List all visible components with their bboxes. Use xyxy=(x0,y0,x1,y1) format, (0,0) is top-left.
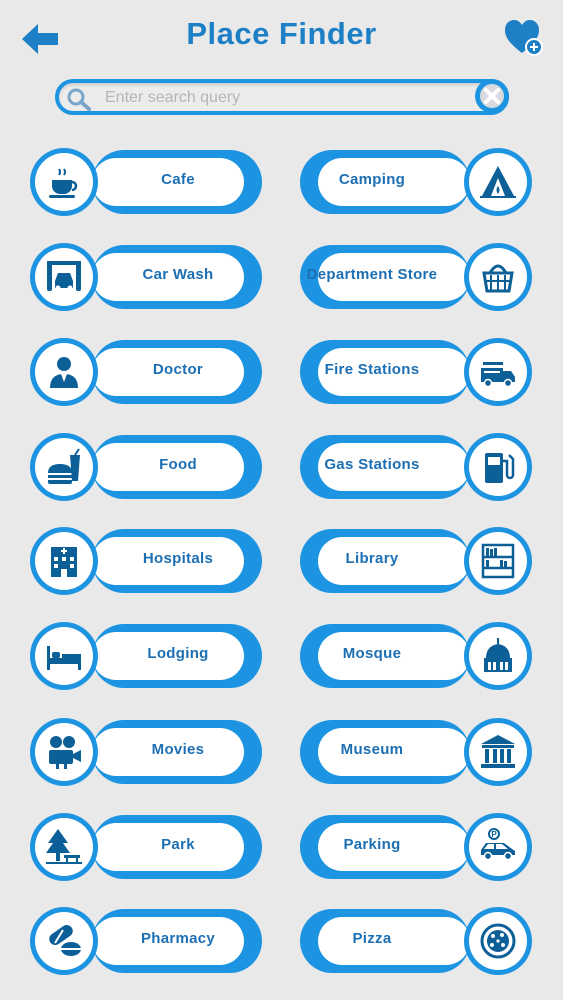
fuel-pump-icon xyxy=(485,453,515,483)
category-tile-mosque[interactable]: Mosque xyxy=(300,622,532,690)
category-icon-holder xyxy=(35,343,93,401)
category-label: Food xyxy=(159,456,197,473)
category-icon-holder xyxy=(35,438,93,496)
category-tile-fire-stations[interactable]: Fire Stations xyxy=(300,338,532,406)
category-tile-pizza[interactable]: Pizza xyxy=(300,907,532,975)
category-label: Library xyxy=(345,550,399,567)
category-tile-hospitals[interactable]: Hospitals xyxy=(30,527,262,595)
shopping-basket-icon xyxy=(482,264,514,293)
hospital-icon xyxy=(51,547,77,577)
bed-icon xyxy=(47,646,81,670)
category-label: Lodging xyxy=(147,645,209,662)
fast-food-icon xyxy=(48,448,80,484)
category-tile-doctor[interactable]: Doctor xyxy=(30,338,262,406)
svg-text:P: P xyxy=(491,830,497,839)
category-icon-holder xyxy=(35,627,93,685)
category-icon-badge xyxy=(464,148,532,216)
pills-icon xyxy=(49,924,81,956)
parking-car-icon: P xyxy=(481,828,515,861)
category-label: Gas Stations xyxy=(324,456,420,473)
museum-icon xyxy=(481,735,515,768)
category-icon-badge xyxy=(464,338,532,406)
category-label: Cafe xyxy=(161,171,195,188)
category-icon-holder xyxy=(469,912,527,970)
category-label: Department Store xyxy=(306,266,438,283)
category-icon-holder xyxy=(35,248,93,306)
category-icon-badge xyxy=(30,148,98,216)
category-tile-park[interactable]: Park xyxy=(30,813,262,881)
category-label: Fire Stations xyxy=(324,361,420,378)
category-icon-holder xyxy=(469,723,527,781)
category-icon-holder xyxy=(35,912,93,970)
category-icon-holder xyxy=(469,153,527,211)
category-tile-department-store[interactable]: Department Store xyxy=(300,243,532,311)
category-label: Mosque xyxy=(342,645,402,662)
category-icon-badge xyxy=(464,433,532,501)
category-label: Car Wash xyxy=(142,266,214,283)
category-icon-holder xyxy=(469,532,527,590)
category-icon-badge xyxy=(30,338,98,406)
category-tile-movies[interactable]: Movies xyxy=(30,718,262,786)
category-grid: Cafe Camping Car Wash Department Store Docto… xyxy=(0,0,563,1000)
category-icon-badge xyxy=(30,622,98,690)
category-label: Park xyxy=(161,836,195,853)
category-tile-food[interactable]: Food xyxy=(30,433,262,501)
mosque-icon xyxy=(484,638,512,672)
category-icon-holder xyxy=(469,343,527,401)
category-label: Doctor xyxy=(152,361,204,378)
category-icon-badge xyxy=(30,527,98,595)
category-tile-library[interactable]: Library xyxy=(300,527,532,595)
category-label: Parking xyxy=(343,836,401,853)
category-icon-badge xyxy=(464,718,532,786)
category-icon-badge xyxy=(30,433,98,501)
doctor-icon xyxy=(50,357,78,388)
category-icon-holder xyxy=(469,248,527,306)
category-icon-badge xyxy=(30,907,98,975)
movie-projector-icon xyxy=(49,736,81,769)
category-icon-badge xyxy=(30,243,98,311)
category-tile-camping[interactable]: Camping xyxy=(300,148,532,216)
category-tile-parking[interactable]: P Parking xyxy=(300,813,532,881)
category-icon-badge xyxy=(464,907,532,975)
pizza-icon xyxy=(480,923,516,959)
category-icon-badge xyxy=(464,243,532,311)
category-tile-lodging[interactable]: Lodging xyxy=(30,622,262,690)
category-label: Camping xyxy=(338,171,406,188)
category-icon-holder: P xyxy=(469,818,527,876)
tree-bench-icon xyxy=(46,829,82,864)
category-tile-car-wash[interactable]: Car Wash xyxy=(30,243,262,311)
category-tile-gas-stations[interactable]: Gas Stations xyxy=(300,433,532,501)
category-icon-badge xyxy=(464,622,532,690)
category-icon-badge xyxy=(464,527,532,595)
category-tile-museum[interactable]: Museum xyxy=(300,718,532,786)
category-label: Hospitals xyxy=(142,550,214,567)
category-icon-holder xyxy=(35,818,93,876)
category-icon-badge xyxy=(30,813,98,881)
category-label: Pizza xyxy=(352,930,392,947)
tent-icon xyxy=(480,166,516,198)
category-icon-holder xyxy=(35,723,93,781)
category-icon-holder xyxy=(469,627,527,685)
category-label: Movies xyxy=(151,741,205,758)
category-icon-badge xyxy=(30,718,98,786)
category-icon-badge: P xyxy=(464,813,532,881)
category-label: Pharmacy xyxy=(140,930,216,947)
fire-truck-icon xyxy=(481,362,515,388)
category-icon-holder xyxy=(35,532,93,590)
category-tile-pharmacy[interactable]: Pharmacy xyxy=(30,907,262,975)
bookshelf-icon xyxy=(481,543,515,579)
coffee-cup-icon xyxy=(49,168,78,198)
category-icon-holder xyxy=(469,438,527,496)
category-label: Museum xyxy=(340,741,404,758)
car-wash-icon xyxy=(47,261,81,291)
category-tile-cafe[interactable]: Cafe xyxy=(30,148,262,216)
category-icon-holder xyxy=(35,153,93,211)
